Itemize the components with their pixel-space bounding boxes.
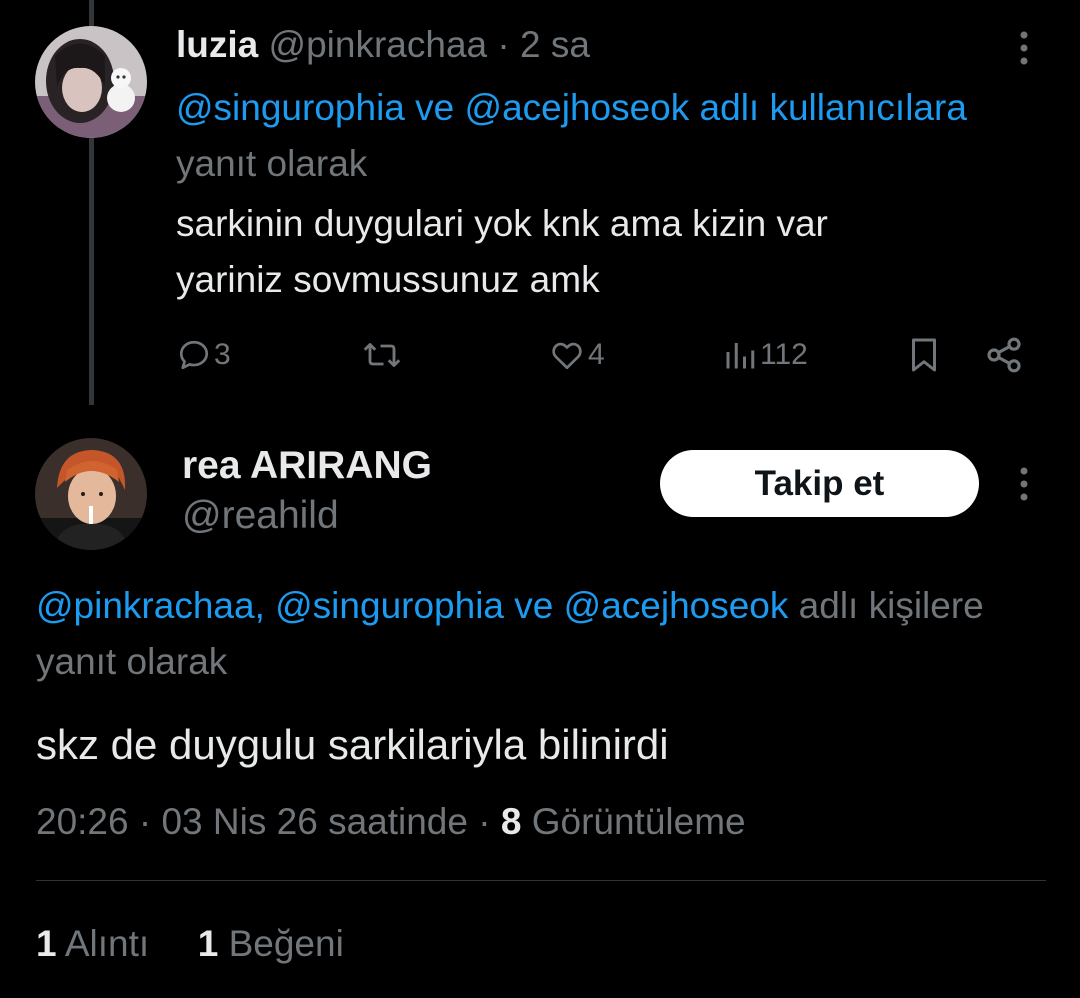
reply-button[interactable]: 3: [176, 330, 231, 380]
mention-link[interactable]: @singurophia: [176, 87, 405, 128]
main-reply-context: @pinkrachaa, @singurophia ve @acejhoseok…: [36, 578, 1036, 690]
mention-joiner[interactable]: ve: [415, 87, 454, 128]
mention-suffix-link[interactable]: adlı kullanıcılara: [700, 87, 967, 128]
views-count: 112: [760, 338, 808, 371]
tweet-text-line: yariniz sovmussunuz amk: [176, 259, 600, 300]
retweet-icon: [363, 343, 401, 367]
separator-dot: ·: [138, 801, 152, 842]
views-button[interactable]: 112: [722, 330, 808, 380]
handle[interactable]: @pinkrachaa: [269, 24, 488, 65]
like-count: 4: [588, 338, 605, 371]
divider: [36, 880, 1046, 881]
share-button[interactable]: [984, 330, 1024, 380]
views-icon: [726, 343, 755, 369]
likes-label: Beğeni: [228, 923, 344, 964]
quotes-count: 1: [36, 923, 57, 964]
avatar-reahild[interactable]: [35, 438, 147, 550]
avatar-image: [35, 438, 147, 550]
avatar-image: [35, 26, 147, 138]
likes-count: 1: [197, 923, 219, 964]
avatar-luzia[interactable]: [35, 26, 147, 138]
separator-dot: ·: [478, 801, 491, 842]
follow-button[interactable]: Takip et: [660, 450, 979, 517]
likes-link[interactable]: 1 Beğeni: [198, 923, 344, 964]
main-more-button[interactable]: [1004, 458, 1044, 508]
main-tweet-text: skz de duygulu sarkilariyla bilinirdi: [36, 721, 669, 768]
more-icon: [1020, 31, 1028, 65]
tweet-text-line: sarkinin duygulari yok knk ama kizin var: [176, 203, 828, 244]
like-icon: [552, 342, 582, 370]
mention-links[interactable]: @pinkrachaa, @singurophia ve @acejhoseok: [36, 585, 788, 626]
tweet-time[interactable]: 20:26: [36, 801, 129, 842]
parent-more-button[interactable]: [1004, 22, 1044, 72]
views-count: 8: [500, 801, 522, 842]
display-name[interactable]: rea ARIRANG: [182, 442, 432, 490]
bookmark-icon: [912, 338, 936, 372]
reply-icon: [179, 340, 209, 370]
mention-link[interactable]: @acejhoseok: [465, 87, 690, 128]
separator-dot: ·: [497, 24, 510, 65]
tweet-date[interactable]: 03 Nis 26 saatinde: [161, 801, 467, 842]
quotes-link[interactable]: 1 Alıntı: [36, 923, 159, 964]
more-icon: [1020, 467, 1028, 501]
handle[interactable]: @reahild: [182, 492, 339, 540]
tweet-meta: 20:26 · 03 Nis 26 saatinde · 8 Görüntüle…: [36, 798, 746, 846]
share-icon: [987, 337, 1021, 373]
engagement-stats: 1 Alıntı 1 Beğeni: [36, 920, 344, 968]
timestamp[interactable]: 2 sa: [520, 24, 590, 65]
views-label: Görüntüleme: [531, 801, 746, 842]
quotes-label: Alıntı: [64, 923, 150, 964]
parent-reply-context: @singurophia ve @acejhoseok adlı kullanı…: [176, 80, 976, 192]
reply-count: 3: [214, 338, 231, 371]
like-button[interactable]: 4: [548, 330, 605, 380]
reply-context-suffix: yanıt olarak: [176, 143, 368, 184]
parent-tweet-text: sarkinin duygulari yok knk ama kizin var…: [176, 196, 996, 308]
parent-tweet-header: luzia @pinkrachaa · 2 sa: [176, 22, 590, 68]
bookmark-button[interactable]: [906, 330, 942, 380]
display-name[interactable]: luzia: [176, 24, 258, 65]
retweet-button[interactable]: [360, 330, 406, 380]
